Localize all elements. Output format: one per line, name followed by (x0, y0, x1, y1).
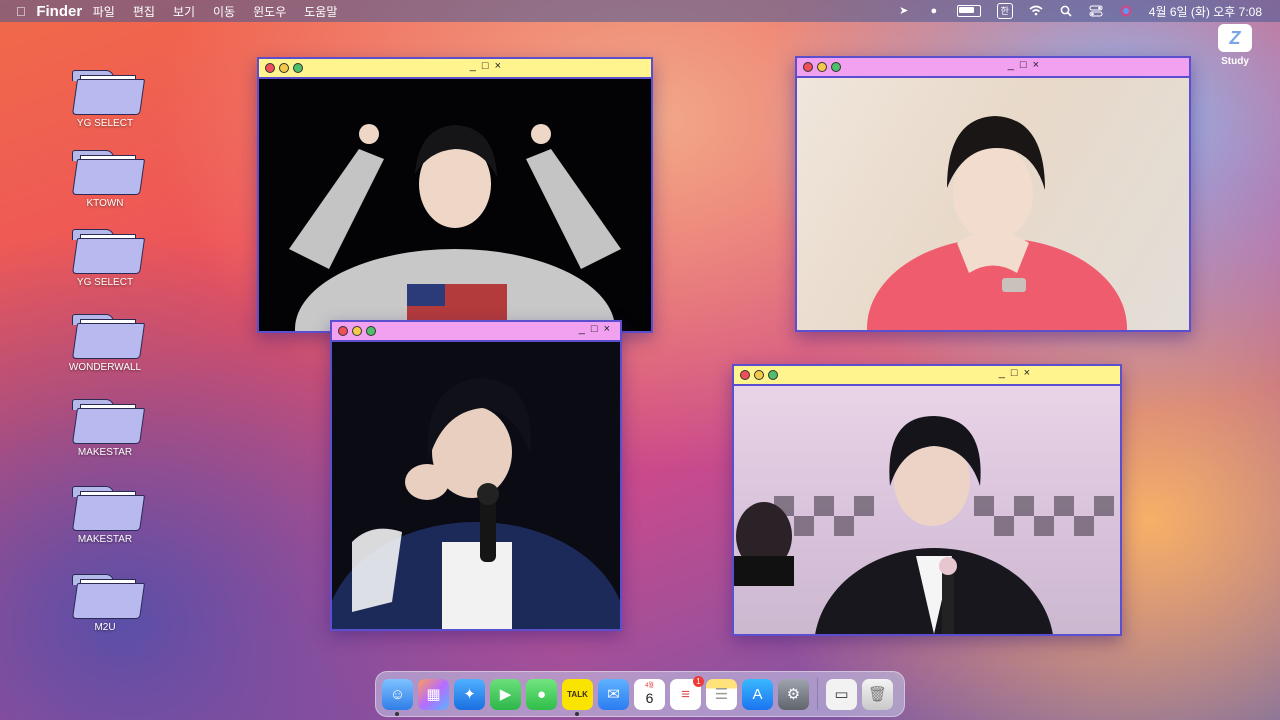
kakaotalk-icon[interactable]: TALK (562, 678, 593, 716)
study-label: Study (1221, 56, 1249, 67)
trash-icon[interactable]: 🗑 (862, 678, 893, 710)
minimize-icon[interactable]: _ (999, 367, 1005, 379)
maximize-icon[interactable]: □ (1011, 367, 1018, 379)
maximize-icon[interactable]: □ (482, 60, 489, 72)
calendar-day: 6 (645, 690, 654, 706)
close-dot-icon[interactable] (803, 62, 813, 72)
menu-go[interactable]: 이동 (213, 3, 235, 20)
minimize-dot-icon[interactable] (279, 63, 289, 73)
close-icon[interactable]: × (604, 323, 610, 335)
reminders-icon[interactable]: ≡ 1 (670, 675, 704, 710)
window-titlebar[interactable]: _ □ × (332, 322, 620, 342)
maximize-icon[interactable]: □ (591, 323, 598, 335)
dock-separator (817, 678, 818, 710)
desktop-folder[interactable]: YG SELECT (60, 229, 150, 288)
control-center-icon[interactable] (1089, 5, 1103, 17)
window-titlebar[interactable]: _ □ × (797, 58, 1189, 78)
finder-icon[interactable]: ☺ (382, 678, 413, 716)
zoom-dot-icon[interactable] (831, 62, 841, 72)
menu-app-name[interactable]: Finder (36, 0, 82, 27)
desktop-folder[interactable]: M2U (60, 574, 150, 633)
wifi-icon[interactable] (1029, 5, 1043, 17)
folder-label: MAKESTAR (77, 447, 133, 458)
safari-icon[interactable]: ✦ (454, 678, 485, 710)
spotlight-search-icon[interactable] (1059, 5, 1073, 17)
facetime-icon[interactable]: ▶ (490, 678, 521, 710)
close-icon[interactable]: × (1024, 367, 1030, 379)
close-icon[interactable]: × (495, 60, 501, 72)
input-source-icon[interactable]: 한 (996, 3, 1013, 19)
messages-icon[interactable]: ● (526, 678, 557, 710)
mail-icon[interactable]: ✉ (598, 678, 629, 710)
menu-file[interactable]: 파일 (93, 3, 115, 20)
dock: ☺ ▦ ✦ ▶ ● TALK ✉ 4월 6 ≡ 1 ☰ A ⚙ ▭ 🗑 (375, 671, 905, 717)
folder-icon (72, 314, 146, 359)
photo-window-2[interactable]: _ □ × (795, 56, 1191, 332)
window-titlebar[interactable]: _ □ × (259, 59, 651, 79)
photo-person-sweater (259, 79, 651, 331)
study-app-shortcut[interactable]: Z Study (1212, 24, 1258, 67)
photo-person-pink-shirt (797, 78, 1189, 330)
folder-label: MAKESTAR (77, 534, 133, 545)
zoom-dot-icon[interactable] (768, 370, 778, 380)
photo-window-4[interactable]: _ □ × (732, 364, 1122, 636)
calendar-month: 4월 (645, 683, 654, 689)
folder-icon (72, 574, 146, 619)
chat-status-icon[interactable]: ● (927, 5, 941, 17)
calendar-icon[interactable]: 4월 6 (634, 678, 665, 710)
photo-window-1[interactable]: _ □ × (257, 57, 653, 333)
zoom-dot-icon[interactable] (366, 326, 376, 336)
menu-view[interactable]: 보기 (173, 3, 195, 20)
folder-label: YG SELECT (76, 118, 134, 129)
minimize-icon[interactable]: _ (470, 60, 476, 72)
apple-menu-icon[interactable]:  (16, 4, 26, 19)
minimize-dot-icon[interactable] (754, 370, 764, 380)
maximize-icon[interactable]: □ (1020, 59, 1027, 71)
photo-window-3[interactable]: _ □ × (330, 320, 622, 631)
desktop-folder[interactable]: MAKESTAR (60, 399, 150, 458)
minimize-icon[interactable]: _ (1008, 59, 1014, 71)
preview-window-icon[interactable]: ▭ (826, 678, 857, 710)
close-dot-icon[interactable] (740, 370, 750, 380)
folder-label: KTOWN (86, 198, 124, 209)
close-dot-icon[interactable] (265, 63, 275, 73)
minimize-icon[interactable]: _ (579, 323, 585, 335)
desktop-folder[interactable]: MAKESTAR (60, 486, 150, 545)
study-logo-icon: Z (1218, 24, 1252, 52)
minimize-dot-icon[interactable] (817, 62, 827, 72)
launchpad-icon[interactable]: ▦ (418, 678, 449, 710)
kakaotalk-label: TALK (567, 689, 588, 699)
photo-person-suit (734, 386, 1120, 634)
notes-icon[interactable]: ☰ (706, 678, 737, 710)
menu-clock[interactable]: 4월 6일 (화) 오후 7:08 (1149, 3, 1262, 20)
system-preferences-icon[interactable]: ⚙ (778, 678, 809, 710)
folder-icon (72, 399, 146, 444)
folder-icon (72, 486, 146, 531)
minimize-dot-icon[interactable] (352, 326, 362, 336)
reminders-badge: 1 (693, 675, 704, 687)
photo-person-microphone (332, 342, 620, 629)
window-titlebar[interactable]: _ □ × (734, 366, 1120, 386)
location-arrow-icon[interactable]: ➤ (897, 5, 911, 17)
folder-label: WONDERWALL (68, 362, 142, 373)
battery-icon[interactable] (956, 5, 981, 17)
menu-edit[interactable]: 편집 (133, 3, 155, 20)
folder-icon (72, 229, 146, 274)
folder-label: YG SELECT (76, 277, 134, 288)
folder-label: M2U (94, 622, 116, 633)
zoom-dot-icon[interactable] (293, 63, 303, 73)
desktop-folder[interactable]: KTOWN (60, 150, 150, 209)
folder-icon (72, 70, 146, 115)
siri-icon[interactable] (1119, 5, 1133, 17)
desktop-folder[interactable]: YG SELECT (60, 70, 150, 129)
close-dot-icon[interactable] (338, 326, 348, 336)
folder-icon (72, 150, 146, 195)
menu-bar:  Finder 파일 편집 보기 이동 윈도우 도움말 ➤ ● 한 4월 6일… (0, 0, 1280, 22)
desktop-folder[interactable]: WONDERWALL (60, 314, 150, 373)
close-icon[interactable]: × (1033, 59, 1039, 71)
menu-window[interactable]: 윈도우 (253, 3, 286, 20)
menu-help[interactable]: 도움말 (304, 3, 337, 20)
app-store-icon[interactable]: A (742, 678, 773, 710)
